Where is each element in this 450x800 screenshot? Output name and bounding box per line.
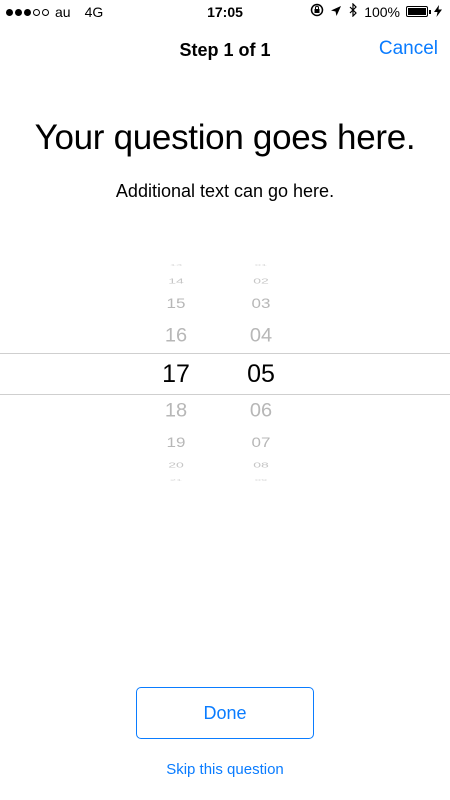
hour-option[interactable]: 14	[141, 277, 211, 285]
battery-percent: 100%	[364, 3, 400, 20]
charging-bolt-icon	[434, 4, 442, 20]
minute-option[interactable]: 09	[226, 479, 296, 482]
hour-selected[interactable]: 17	[141, 361, 211, 387]
status-bar: au 4G 17:05 100%	[0, 0, 450, 26]
location-arrow-icon	[330, 4, 342, 20]
cancel-button[interactable]: Cancel	[379, 38, 438, 60]
hour-option[interactable]: 13	[141, 264, 211, 267]
minute-selected[interactable]: 05	[226, 361, 296, 387]
minute-option[interactable]: 08	[226, 461, 296, 469]
question-text: Additional text can go here.	[115, 181, 335, 201]
bluetooth-icon	[348, 2, 358, 20]
skip-question-link[interactable]: Skip this question	[0, 761, 450, 778]
battery-icon	[406, 6, 431, 17]
minute-option[interactable]: 03	[226, 296, 296, 310]
question-title: Your question goes here.	[34, 118, 416, 157]
hour-option[interactable]: 16	[141, 327, 211, 346]
hour-option[interactable]: 15	[141, 296, 211, 310]
hour-option[interactable]: 20	[141, 461, 211, 469]
picker-selection-bottom-line	[0, 394, 450, 395]
minute-option[interactable]: 07	[226, 435, 296, 449]
minute-option[interactable]: 02	[226, 277, 296, 285]
lock-rotation-icon	[310, 3, 324, 20]
status-right: 100%	[310, 2, 442, 20]
minute-option[interactable]: 06	[226, 402, 296, 421]
hour-option[interactable]: 21	[141, 479, 211, 482]
hour-option[interactable]: 19	[141, 435, 211, 449]
minute-wheel[interactable]: 01 02 03 04 05 06 07 08 09	[226, 262, 296, 484]
done-button[interactable]: Done	[136, 687, 314, 739]
time-picker[interactable]: 13 14 15 16 17 18 19 20 21 01 02 03 04 05 06 07 08 09	[0, 262, 450, 484]
hour-wheel[interactable]: 13 14 15 16 17 18 19 20 21	[141, 262, 211, 484]
picker-selection-top-line	[0, 353, 450, 354]
minute-option[interactable]: 01	[226, 264, 296, 267]
minute-option[interactable]: 04	[226, 327, 296, 346]
hour-option[interactable]: 18	[141, 402, 211, 421]
